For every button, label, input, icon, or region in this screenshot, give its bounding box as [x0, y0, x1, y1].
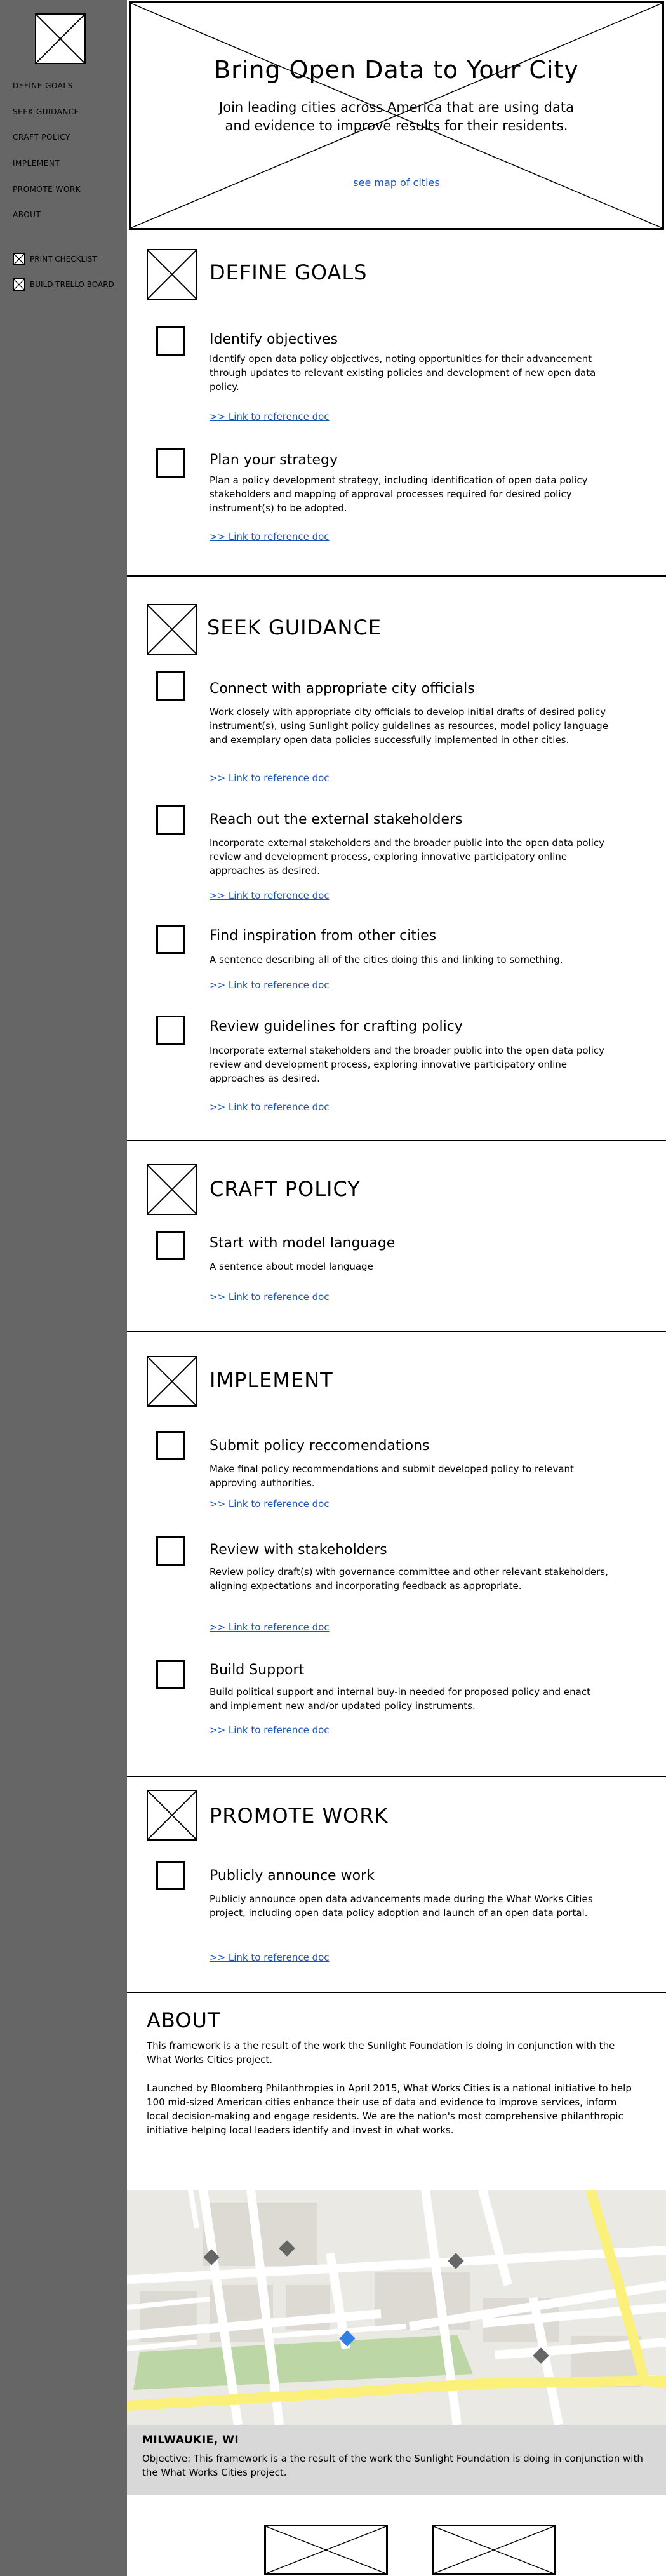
craft-policy-icon — [147, 1164, 197, 1215]
step-title: Review guidelines for crafting policy — [210, 1019, 463, 1035]
step-description: Work closely with appropriate city offic… — [210, 706, 608, 746]
sidebar: DEFINE GOALS SEEK GUIDANCE CRAFT POLICY … — [0, 0, 127, 2576]
section-divider — [127, 1992, 666, 1993]
section-divider — [127, 1776, 666, 1777]
trello-board-icon — [13, 278, 25, 291]
step-description: Plan a policy development strategy, incl… — [210, 474, 588, 514]
step-description: Build political support and internal buy… — [210, 1686, 590, 1712]
step-description: Incorporate external stakeholders and th… — [210, 837, 605, 876]
about-title: ABOUT — [147, 2008, 221, 2032]
step-checkbox[interactable] — [156, 1231, 185, 1260]
section-divider — [127, 575, 666, 577]
map-city-name: MILWAUKIE, WI — [142, 2434, 239, 2446]
reference-doc-link[interactable]: >> Link to reference doc — [210, 1291, 330, 1303]
print-checklist-button[interactable]: PRINT CHECKLIST — [13, 253, 97, 265]
nav-promote-work[interactable]: PROMOTE WORK — [13, 185, 81, 194]
section-divider — [127, 1140, 666, 1141]
step-checkbox[interactable] — [156, 1660, 185, 1689]
step-title: Publicly announce work — [210, 1868, 375, 1884]
step-title: Reach out the external stakeholders — [210, 812, 463, 828]
print-checklist-label: PRINT CHECKLIST — [30, 255, 97, 264]
map-caption: MILWAUKIE, WI Objective: This framework … — [127, 2425, 666, 2495]
seek-guidance-icon — [147, 604, 197, 655]
promote-work-icon — [147, 1790, 197, 1841]
step-checkbox[interactable] — [156, 805, 185, 835]
reference-doc-link[interactable]: >> Link to reference doc — [210, 890, 330, 901]
step-checkbox[interactable] — [156, 1431, 185, 1460]
step-checkbox[interactable] — [156, 1861, 185, 1890]
hero-title: Bring Open Data to Your City — [214, 56, 579, 84]
step-title: Find inspiration from other cities — [210, 928, 437, 944]
build-trello-board-button[interactable]: BUILD TRELLO BOARD — [13, 278, 114, 291]
step-checkbox[interactable] — [156, 1536, 185, 1566]
step-checkbox[interactable] — [156, 671, 185, 701]
define-goals-icon — [147, 249, 197, 300]
step-title: Build Support — [210, 1662, 305, 1678]
hero-subtitle: Join leading cities across America that … — [219, 100, 574, 133]
footer-logo-placeholder[interactable] — [432, 2525, 556, 2575]
section-title-seek-guidance: SEEK GUIDANCE — [207, 615, 382, 640]
nav-seek-guidance[interactable]: SEEK GUIDANCE — [13, 107, 79, 116]
reference-doc-link[interactable]: >> Link to reference doc — [210, 772, 330, 784]
step-title: Start with model language — [210, 1235, 396, 1251]
step-checkbox[interactable] — [156, 448, 185, 478]
section-title-promote-work: PROMOTE WORK — [210, 1804, 389, 1828]
step-description: Make final policy recommendations and su… — [210, 1463, 574, 1489]
step-title: Review with stakeholders — [210, 1542, 387, 1558]
implement-icon — [147, 1356, 197, 1407]
logo-placeholder[interactable] — [35, 13, 86, 64]
step-description: A sentence about model language — [210, 1261, 373, 1272]
reference-doc-link[interactable]: >> Link to reference doc — [210, 1101, 330, 1113]
about-paragraph-2: Launched by Bloomberg Philanthropies in … — [147, 2083, 632, 2136]
step-description: Identify open data policy objectives, no… — [210, 353, 596, 392]
nav-craft-policy[interactable]: CRAFT POLICY — [13, 133, 70, 142]
hero-banner: Bring Open Data to Your City Join leadin… — [127, 0, 666, 232]
see-map-link[interactable]: see map of cities — [127, 177, 666, 189]
reference-doc-link[interactable]: >> Link to reference doc — [210, 1724, 330, 1736]
nav-about[interactable]: ABOUT — [13, 210, 41, 219]
section-title-define-goals: DEFINE GOALS — [210, 260, 368, 285]
section-divider — [127, 1331, 666, 1332]
step-title: Submit policy reccomendations — [210, 1438, 430, 1454]
reference-doc-link[interactable]: >> Link to reference doc — [210, 1621, 330, 1633]
reference-doc-link[interactable]: >> Link to reference doc — [210, 1952, 330, 1963]
step-title: Identify objectives — [210, 332, 338, 347]
step-description: A sentence describing all of the cities … — [210, 954, 563, 965]
reference-doc-link[interactable]: >> Link to reference doc — [210, 1498, 330, 1510]
step-checkbox[interactable] — [156, 1016, 185, 1045]
reference-doc-link[interactable]: >> Link to reference doc — [210, 531, 330, 542]
section-title-craft-policy: CRAFT POLICY — [210, 1177, 361, 1201]
step-description: Publicly announce open data advancements… — [210, 1893, 593, 1919]
step-title: Plan your strategy — [210, 452, 338, 468]
nav-implement[interactable]: IMPLEMENT — [13, 159, 60, 168]
print-checklist-icon — [13, 253, 25, 265]
nav-define-goals[interactable]: DEFINE GOALS — [13, 81, 73, 90]
step-title: Connect with appropriate city officials — [210, 681, 475, 697]
step-checkbox[interactable] — [156, 326, 185, 356]
footer-logo-placeholder[interactable] — [264, 2525, 388, 2575]
map-caption-text: Objective: This framework is a the resul… — [142, 2453, 643, 2478]
section-title-implement: IMPLEMENT — [210, 1368, 333, 1392]
about-paragraph-1: This framework is a the result of the wo… — [147, 2040, 615, 2065]
step-checkbox[interactable] — [156, 925, 185, 954]
reference-doc-link[interactable]: >> Link to reference doc — [210, 411, 330, 422]
reference-doc-link[interactable]: >> Link to reference doc — [210, 979, 330, 991]
step-description: Review policy draft(s) with governance c… — [210, 1566, 608, 1592]
step-description: Incorporate external stakeholders and th… — [210, 1045, 605, 1084]
build-trello-board-label: BUILD TRELLO BOARD — [30, 280, 114, 289]
city-map[interactable] — [127, 2190, 666, 2425]
